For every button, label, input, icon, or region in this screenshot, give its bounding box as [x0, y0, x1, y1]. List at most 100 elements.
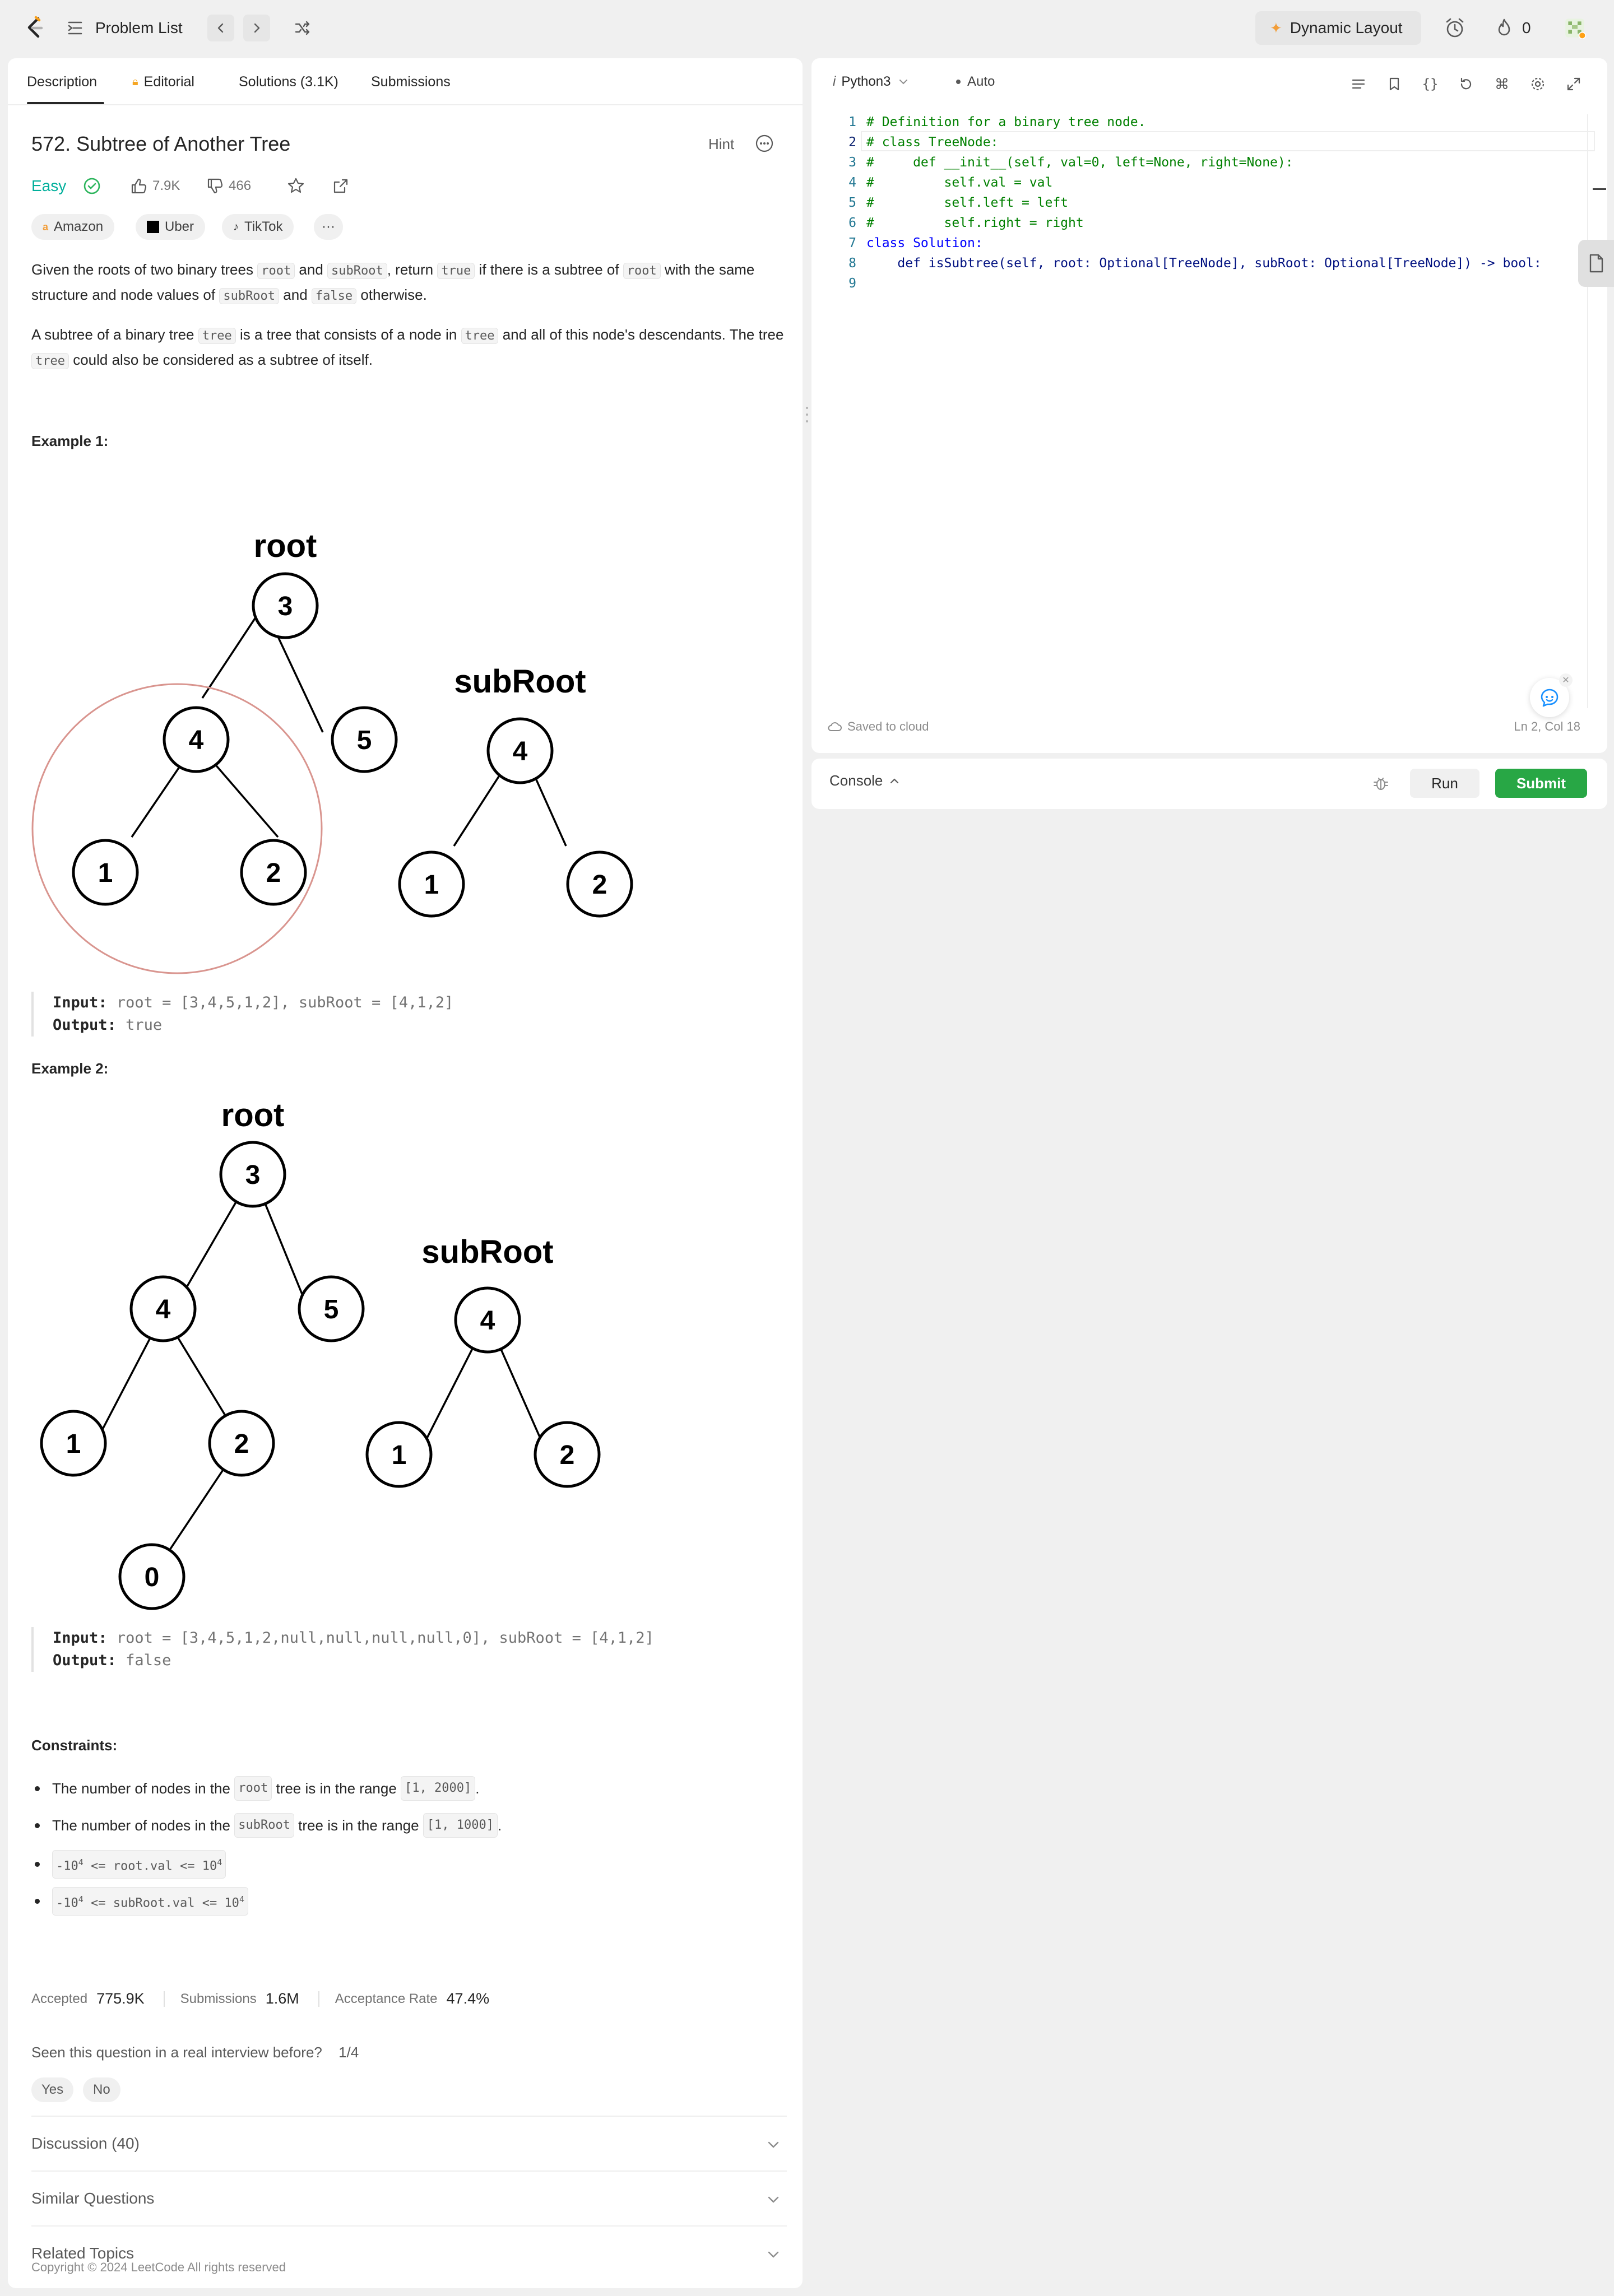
code-line[interactable]: # class TreeNode: [866, 132, 998, 152]
auto-mode-toggle[interactable]: Auto [956, 74, 995, 90]
hint-link[interactable]: Hint [708, 136, 734, 153]
prev-problem-button[interactable] [207, 15, 234, 41]
tree-node: 2 [234, 1429, 249, 1459]
debug-bug-icon[interactable] [1370, 772, 1392, 794]
share-icon[interactable] [330, 175, 352, 197]
braces-icon[interactable]: {} [1419, 73, 1441, 95]
company-tag-uber[interactable]: Uber [136, 214, 206, 240]
dislikes-button[interactable]: 466 [206, 177, 251, 195]
chevron-down-icon [899, 80, 908, 85]
more-options-icon[interactable] [753, 132, 776, 155]
console-toggle[interactable]: Console [829, 772, 901, 789]
tree-node: 2 [560, 1440, 575, 1470]
star-icon[interactable] [285, 175, 307, 197]
tree-node: 0 [145, 1563, 160, 1592]
tab-editorial[interactable]: 🔒︎ Editorial [132, 71, 194, 93]
constraint-item: The number of nodes in the root tree is … [35, 1776, 479, 1801]
tree-node: 3 [278, 592, 293, 621]
yes-button[interactable]: Yes [31, 2077, 74, 2102]
problem-list-link[interactable]: Problem List [95, 17, 183, 39]
tree-node: 4 [480, 1306, 495, 1336]
dynamic-layout-button[interactable]: ✦ Dynamic Layout [1255, 11, 1421, 45]
code-line[interactable]: def isSubtree(self, root: Optional[TreeN… [866, 253, 1541, 273]
constraint-item: -104 <= subRoot.val <= 104 [35, 1887, 248, 1916]
tree-node: 3 [245, 1160, 261, 1190]
status-dot-icon [956, 80, 961, 84]
example-2-tree-diagram: 3 4 5 1 2 0 4 1 2 root subRoot [40, 1097, 601, 1610]
subroot-label: subRoot [454, 663, 586, 700]
problem-list-icon[interactable] [64, 17, 86, 39]
tree-node: 4 [513, 737, 528, 766]
description-panel: Description 🔒︎ Editorial Solutions (3.1K… [8, 58, 803, 2288]
likes-button[interactable]: 7.9K [130, 177, 180, 195]
tree-node: 1 [66, 1429, 81, 1459]
accepted-label: Accepted [31, 1991, 88, 2006]
code-line[interactable]: class Solution: [866, 233, 983, 253]
similar-questions-accordion[interactable]: Similar Questions [31, 2170, 787, 2225]
avatar[interactable] [1564, 17, 1586, 39]
thumbs-down-icon [207, 178, 223, 194]
line-number: 1 [848, 115, 856, 129]
description-paragraph-1: Given the roots of two binary trees root… [31, 261, 755, 304]
amazon-icon: a [43, 221, 49, 233]
saved-label: Saved to cloud [847, 719, 929, 733]
next-problem-button[interactable] [243, 15, 270, 41]
alarm-clock-icon[interactable] [1444, 17, 1466, 39]
leetcode-logo-icon[interactable] [22, 15, 48, 41]
tree-node: 2 [592, 870, 607, 900]
acceptance-rate: 47.4% [446, 1990, 490, 2007]
chevron-up-icon [891, 778, 899, 783]
discussion-accordion[interactable]: Discussion (40) [31, 2116, 787, 2170]
copyright-text: Copyright © 2024 LeetCode All rights res… [31, 2260, 286, 2274]
more-companies-button[interactable]: ··· [314, 214, 343, 240]
editor-scrollbar[interactable] [1587, 114, 1607, 708]
settings-gear-icon[interactable] [1527, 73, 1549, 95]
panel-resize-handle[interactable] [804, 403, 810, 426]
constraint-item: The number of nodes in the subRoot tree … [35, 1813, 502, 1838]
active-tab-indicator [27, 102, 104, 104]
format-icon[interactable] [1347, 73, 1370, 95]
chat-bubble-icon [1541, 689, 1559, 707]
constraint-item: -104 <= root.val <= 104 [35, 1850, 226, 1879]
sparkle-icon: ✦ [1270, 19, 1282, 36]
problem-title: 572. Subtree of Another Tree [31, 132, 291, 155]
company-tag-tiktok[interactable]: ♪ TikTok [222, 214, 294, 240]
line-number: 5 [848, 196, 856, 210]
notes-side-tab[interactable] [1578, 240, 1614, 287]
code-line[interactable]: # Definition for a binary tree node. [866, 112, 1146, 132]
chevron-down-icon [768, 2251, 779, 2258]
company-tag-amazon[interactable]: a Amazon [31, 214, 115, 240]
tab-submissions[interactable]: Submissions [371, 71, 451, 93]
example-1-title: Example 1: [31, 433, 109, 449]
example-2-title: Example 2: [31, 1060, 109, 1077]
no-button[interactable]: No [83, 2077, 120, 2102]
bookmark-icon[interactable] [1383, 73, 1406, 95]
left-tabbar: Description 🔒︎ Editorial Solutions (3.1K… [8, 58, 803, 105]
flame-icon[interactable] [1493, 17, 1515, 39]
submit-button[interactable]: Submit [1495, 769, 1587, 798]
likes-count: 7.9K [152, 178, 180, 193]
run-button[interactable]: Run [1410, 769, 1480, 798]
editorial-lock-icon: 🔒︎ [132, 76, 138, 88]
shortcuts-icon[interactable]: ⌘ [1491, 73, 1513, 95]
submissions-count: 1.6M [265, 1990, 299, 2007]
tree-node: 5 [324, 1295, 339, 1324]
line-number: 3 [848, 155, 856, 170]
expand-icon[interactable] [1562, 73, 1585, 95]
shuffle-icon[interactable] [291, 17, 314, 39]
code-line[interactable]: # def __init__(self, val=0, left=None, r… [866, 152, 1293, 173]
reset-icon[interactable] [1455, 73, 1477, 95]
console-label: Console [829, 772, 883, 789]
code-line[interactable]: # self.val = val [866, 173, 1052, 193]
tree-node: 4 [189, 726, 204, 755]
tab-solutions[interactable]: Solutions (3.1K) [239, 71, 338, 93]
subroot-label: subRoot [421, 1234, 553, 1270]
code-line[interactable]: # self.left = left [866, 193, 1068, 213]
code-line[interactable]: # self.right = right [866, 213, 1084, 233]
close-icon[interactable]: ✕ [1559, 673, 1573, 687]
tab-description[interactable]: Description [27, 71, 97, 93]
language-select[interactable]: i Python3 [833, 74, 910, 90]
line-number: 9 [848, 276, 856, 291]
line-number: 4 [848, 175, 856, 190]
tree-node: 1 [392, 1440, 407, 1470]
